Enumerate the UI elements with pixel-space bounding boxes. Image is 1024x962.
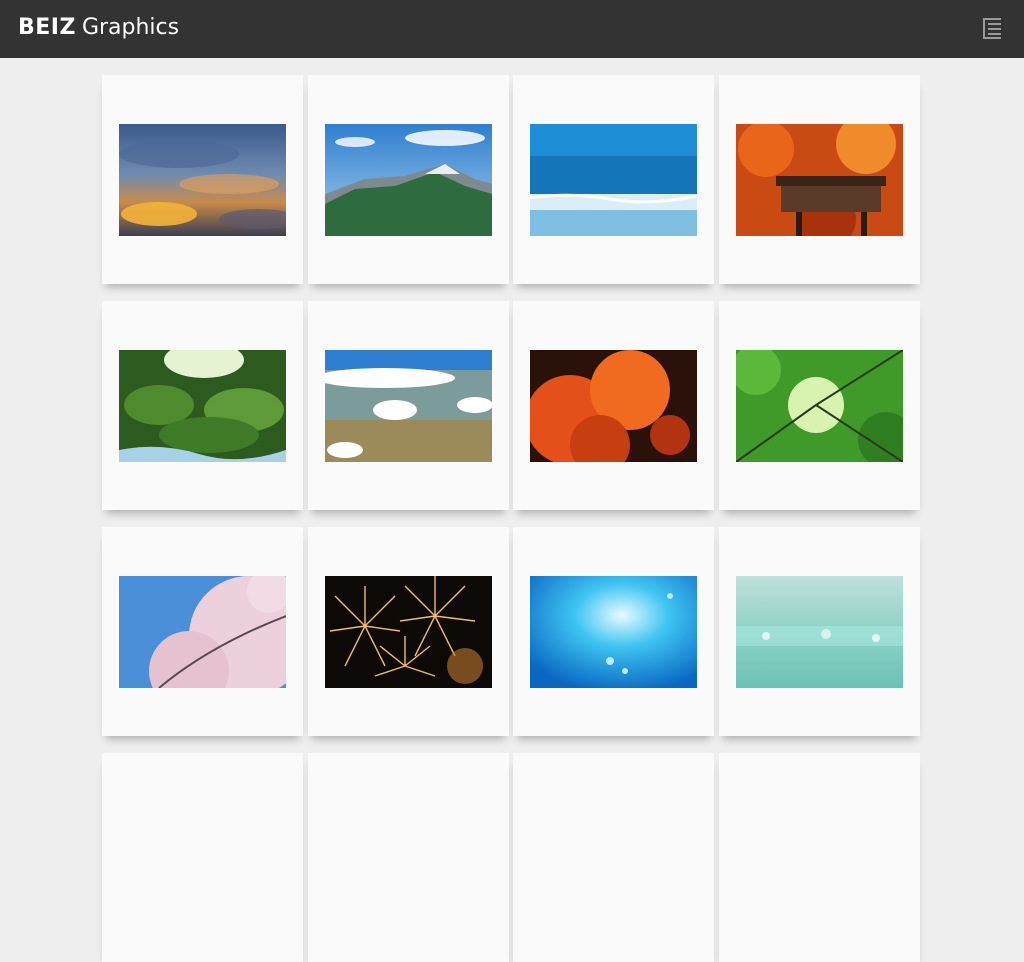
gallery-card[interactable] [102,75,303,284]
fireworks-icon[interactable] [325,576,492,688]
mossy-stream-icon[interactable] [119,350,286,462]
site-logo[interactable]: BEIZ Graphics [18,13,179,43]
gallery-card-placeholder[interactable] [719,753,920,962]
top-bar: BEIZ Graphics [0,0,1024,58]
red-maple-leaves-icon[interactable] [530,350,697,462]
gallery-card-placeholder[interactable] [513,753,714,962]
mountain-range-icon[interactable] [325,124,492,236]
green-canopy-icon[interactable] [736,350,903,462]
gallery-card[interactable] [102,527,303,736]
underwater-light-icon[interactable] [530,576,697,688]
logo-word: Graphics [81,15,180,40]
gallery-card[interactable] [719,527,920,736]
gallery-card[interactable] [719,75,920,284]
gallery-card-placeholder[interactable] [308,753,509,962]
gallery-card[interactable] [308,75,509,284]
gallery-card[interactable] [513,301,714,510]
aerial-clouds-icon[interactable] [325,350,492,462]
ocean-waves-icon[interactable] [530,124,697,236]
gallery-card[interactable] [513,75,714,284]
list-menu-icon[interactable] [976,14,1008,44]
gallery-card[interactable] [308,527,509,736]
sunset-sky-icon[interactable] [119,124,286,236]
gallery-card-placeholder[interactable] [102,753,303,962]
teal-bokeh-icon[interactable] [736,576,903,688]
gallery-card[interactable] [513,527,714,736]
cherry-blossom-icon[interactable] [119,576,286,688]
gallery-card[interactable] [719,301,920,510]
gallery-card[interactable] [102,301,303,510]
logo-brand: BEIZ [18,15,76,40]
gallery-card[interactable] [308,301,509,510]
autumn-temple-icon[interactable] [736,124,903,236]
